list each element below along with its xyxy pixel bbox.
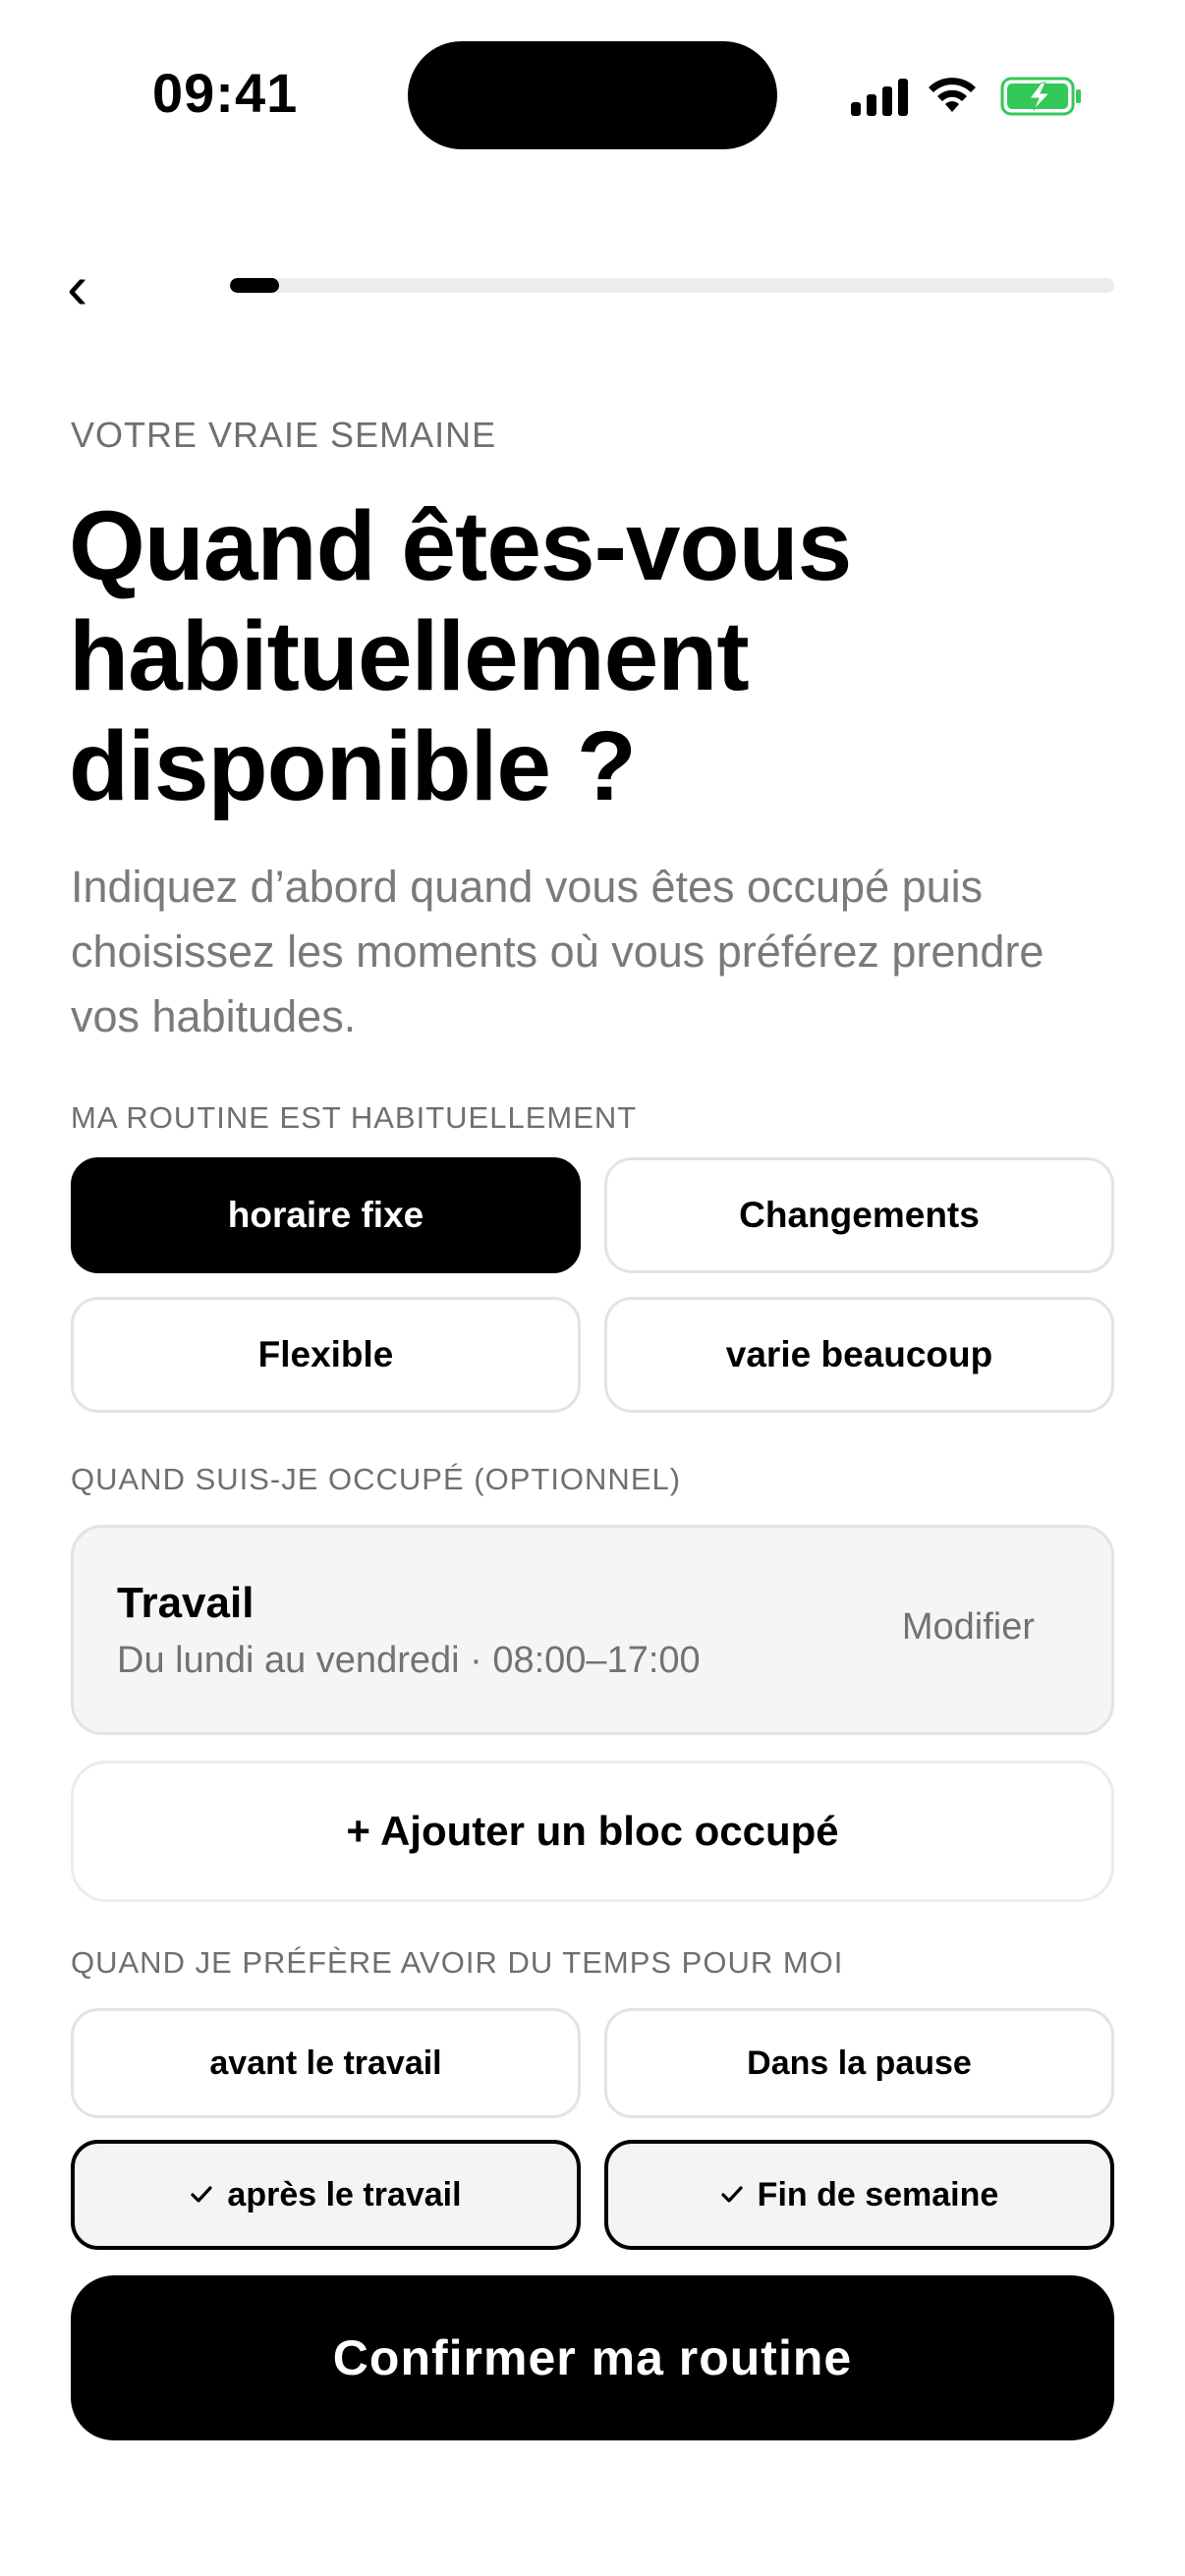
preferred-option-weekend[interactable]: Fin de semaine (604, 2140, 1114, 2250)
checkmark-icon (191, 2186, 213, 2203)
busy-section-label: QUAND SUIS-JE OCCUPÉ (OPTIONNEL) (71, 1462, 682, 1496)
status-time: 09:41 (152, 62, 299, 124)
routine-option-flexible[interactable]: Flexible (71, 1297, 581, 1413)
routine-option-changes[interactable]: Changements (604, 1157, 1114, 1273)
cellular-signal-icon (851, 77, 908, 116)
preferred-option-before-work[interactable]: avant le travail (71, 2008, 581, 2118)
preferred-option-label: Dans la pause (747, 2044, 972, 2082)
preferred-option-after-work[interactable]: après le travail (71, 2140, 581, 2250)
busy-block-schedule: Du lundi au vendredi · 08:00–17:00 (117, 1640, 701, 1681)
edit-busy-block-button[interactable]: Modifier (902, 1606, 1035, 1649)
back-chevron-icon[interactable]: ‹ (67, 255, 106, 318)
routine-option-label: varie beaucoup (725, 1334, 993, 1374)
add-busy-block-button[interactable]: + Ajouter un bloc occupé (71, 1761, 1114, 1902)
battery-charging-icon (1000, 77, 1081, 116)
preferred-option-label: avant le travail (209, 2044, 442, 2082)
preferred-section-label: QUAND JE PRÉFÈRE AVOIR DU TEMPS POUR MOI (71, 1945, 844, 1980)
routine-section-label: MA ROUTINE EST HABITUELLEMENT (71, 1100, 638, 1135)
page-title: Quand êtes-vous habituellement disponibl… (69, 491, 852, 821)
routine-option-label: Changements (739, 1195, 980, 1235)
routine-option-label: Flexible (257, 1334, 394, 1374)
routine-option-varies[interactable]: varie beaucoup (604, 1297, 1114, 1413)
preferred-option-break[interactable]: Dans la pause (604, 2008, 1114, 2118)
progress-bar (230, 278, 1114, 293)
eyebrow-label: VOTRE VRAIE SEMAINE (71, 415, 497, 455)
routine-option-fixed[interactable]: horaire fixe (71, 1157, 581, 1273)
preferred-option-label: après le travail (227, 2175, 462, 2213)
page-subtitle: Indiquez d’abord quand vous êtes occupé … (71, 862, 1044, 1041)
dynamic-island (408, 41, 777, 149)
busy-block-title: Travail (117, 1579, 254, 1627)
busy-block-card[interactable]: Travail Du lundi au vendredi · 08:00–17:… (71, 1525, 1114, 1735)
confirm-routine-button[interactable]: Confirmer ma routine (71, 2275, 1114, 2440)
preferred-option-label: Fin de semaine (757, 2175, 999, 2213)
checkmark-icon (721, 2186, 743, 2203)
wifi-icon (929, 78, 976, 112)
routine-option-label: horaire fixe (227, 1195, 424, 1235)
progress-fill (230, 278, 279, 293)
